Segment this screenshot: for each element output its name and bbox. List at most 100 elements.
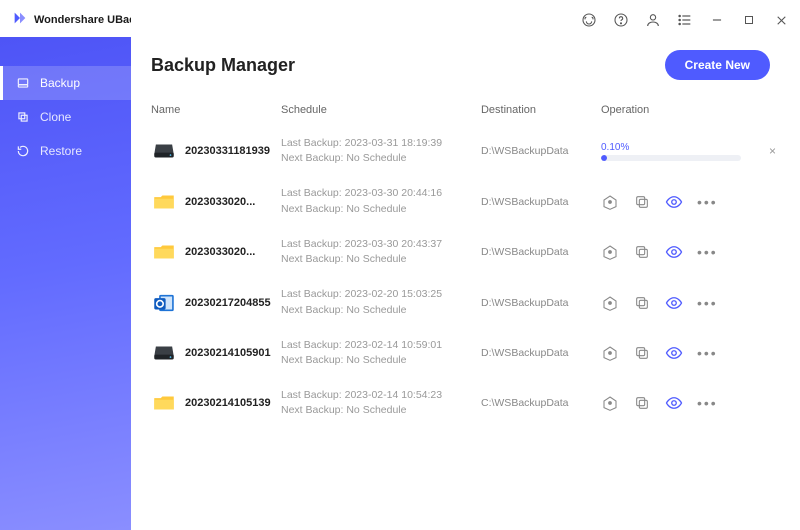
backup-name: 2023033020... [185,196,255,208]
last-backup: Last Backup: 2023-02-20 15:03:25 [281,287,481,302]
next-backup: Next Backup: No Schedule [281,303,481,318]
create-new-button[interactable]: Create New [665,50,770,80]
row-name: 20230217204855 [151,290,281,316]
table-row: 20230214105901 Last Backup: 2023-02-14 10… [151,328,780,378]
window-maximize-icon[interactable] [740,11,758,29]
table-body: 20230331181939Last Backup: 2023-03-31 18… [151,126,780,429]
row-name: 20230214105901 [151,340,281,366]
main-panel: Backup Manager Create New Name Schedule … [131,0,800,530]
view-icon[interactable] [665,294,683,312]
view-icon[interactable] [665,243,683,261]
folder-icon [151,239,177,265]
more-icon[interactable]: ••• [697,195,718,209]
next-backup: Next Backup: No Schedule [281,252,481,267]
progress-bar [601,155,741,161]
window-minimize-icon[interactable] [708,11,726,29]
row-schedule: Last Backup: 2023-02-14 10:54:23Next Bac… [281,388,481,418]
more-icon[interactable]: ••• [697,296,718,310]
help-icon[interactable] [612,11,630,29]
sidebar: Wondershare UBackit Backup Clone Restor [0,0,131,530]
copy-icon[interactable] [633,243,651,261]
window-close-icon[interactable] [772,11,790,29]
column-header-schedule: Schedule [281,104,481,116]
row-operation: ••• [601,294,780,312]
sidebar-item-clone[interactable]: Clone [0,100,131,134]
row-name: 2023033020... [151,189,281,215]
page-header: Backup Manager Create New [131,36,800,98]
backup-now-icon[interactable] [601,243,619,261]
backup-name: 2023033020... [185,246,255,258]
backup-now-icon[interactable] [601,294,619,312]
support-icon[interactable] [580,11,598,29]
sidebar-item-label: Clone [40,110,71,124]
disk-icon [151,138,177,164]
row-destination: D:\WSBackupData [481,347,601,359]
backup-now-icon[interactable] [601,193,619,211]
backup-name: 20230217204855 [185,297,271,309]
account-icon[interactable] [644,11,662,29]
row-destination: D:\WSBackupData [481,297,601,309]
row-operation: ••• [601,344,780,362]
row-name: 20230331181939 [151,138,281,164]
column-header-destination: Destination [481,104,601,116]
column-header-name: Name [151,104,281,116]
disk-icon [151,340,177,366]
folder-icon [151,390,177,416]
sidebar-item-label: Backup [40,76,80,90]
view-icon[interactable] [665,344,683,362]
backup-name: 20230214105901 [185,347,271,359]
last-backup: Last Backup: 2023-03-30 20:43:37 [281,237,481,252]
app-root: Wondershare UBackit Backup Clone Restor [0,0,800,530]
row-schedule: Last Backup: 2023-03-31 18:19:39Next Bac… [281,136,481,166]
sidebar-item-backup[interactable]: Backup [0,66,131,100]
copy-icon[interactable] [633,394,651,412]
last-backup: Last Backup: 2023-02-14 10:54:23 [281,388,481,403]
sidebar-nav: Backup Clone Restore [0,36,131,168]
progress: 0.10% [601,142,751,161]
table-row: 20230214105139 Last Backup: 2023-02-14 10… [151,378,780,428]
more-icon[interactable]: ••• [697,346,718,360]
table-row: 20230331181939Last Backup: 2023-03-31 18… [151,126,780,176]
titlebar [131,0,800,36]
backup-name: 20230214105139 [185,397,271,409]
next-backup: Next Backup: No Schedule [281,403,481,418]
copy-icon[interactable] [633,193,651,211]
restore-icon [16,144,30,158]
backup-table: Name Schedule Destination Operation 2023… [131,98,800,530]
column-header-operation: Operation [601,104,780,116]
row-schedule: Last Backup: 2023-03-30 20:43:37Next Bac… [281,237,481,267]
more-icon[interactable]: ••• [697,245,718,259]
table-header: Name Schedule Destination Operation [151,98,780,126]
next-backup: Next Backup: No Schedule [281,353,481,368]
row-name: 2023033020... [151,239,281,265]
backup-now-icon[interactable] [601,344,619,362]
backup-icon [16,76,30,90]
next-backup: Next Backup: No Schedule [281,151,481,166]
outlook-icon [151,290,177,316]
row-schedule: Last Backup: 2023-02-14 10:59:01Next Bac… [281,338,481,368]
row-schedule: Last Backup: 2023-02-20 15:03:25Next Bac… [281,287,481,317]
row-operation: ••• [601,394,780,412]
view-icon[interactable] [665,193,683,211]
progress-label: 0.10% [601,142,751,153]
view-icon[interactable] [665,394,683,412]
folder-icon [151,189,177,215]
copy-icon[interactable] [633,294,651,312]
sidebar-item-label: Restore [40,144,82,158]
row-destination: D:\WSBackupData [481,196,601,208]
cancel-icon[interactable]: × [765,144,780,158]
sidebar-item-restore[interactable]: Restore [0,134,131,168]
next-backup: Next Backup: No Schedule [281,202,481,217]
copy-icon[interactable] [633,344,651,362]
row-operation: 0.10% × [601,142,780,161]
table-row: 2023033020... Last Backup: 2023-03-30 20:… [151,227,780,277]
row-name: 20230214105139 [151,390,281,416]
table-row: 2023033020... Last Backup: 2023-03-30 20:… [151,176,780,226]
row-destination: D:\WSBackupData [481,246,601,258]
backup-now-icon[interactable] [601,394,619,412]
last-backup: Last Backup: 2023-02-14 10:59:01 [281,338,481,353]
last-backup: Last Backup: 2023-03-30 20:44:16 [281,186,481,201]
menu-list-icon[interactable] [676,11,694,29]
last-backup: Last Backup: 2023-03-31 18:19:39 [281,136,481,151]
more-icon[interactable]: ••• [697,396,718,410]
